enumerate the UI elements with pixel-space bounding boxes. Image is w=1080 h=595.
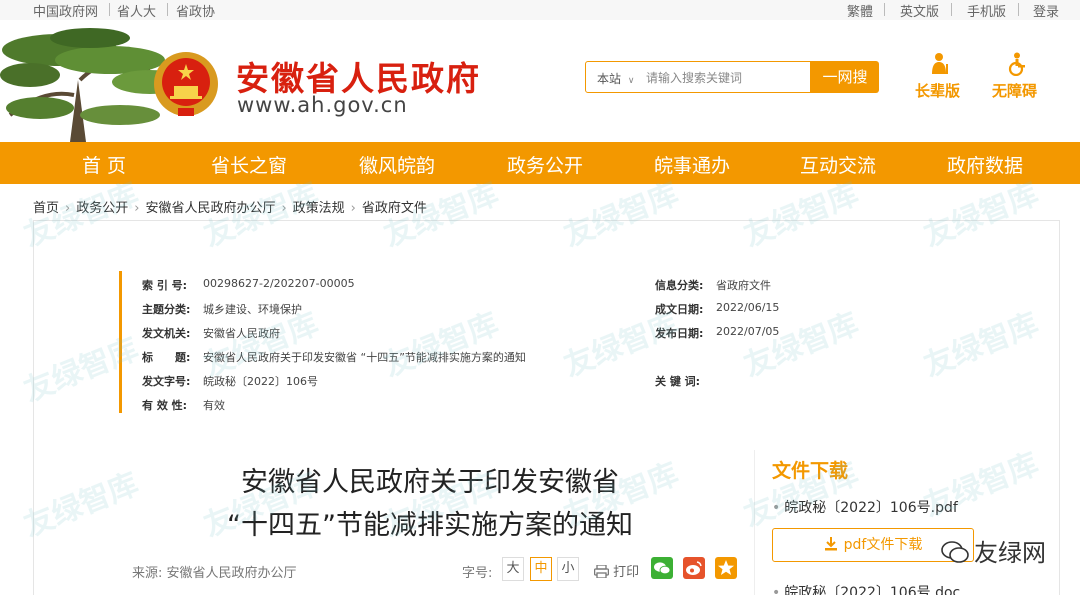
download-icon (824, 537, 837, 551)
download-file-pdf-name: 皖政秘〔2022〕106号.pdf (784, 500, 958, 516)
font-size-medium-button[interactable]: 中 (530, 557, 552, 581)
divider (167, 3, 168, 16)
wheelchair-icon (1008, 52, 1025, 76)
divider (884, 3, 885, 16)
link-login[interactable]: 登录 (1033, 1, 1059, 20)
download-file-doc[interactable]: • 皖政秘〔2022〕106号.doc (772, 582, 960, 595)
wechat-share-icon[interactable] (651, 557, 673, 579)
nav-item-home[interactable]: 首 页 (82, 151, 126, 178)
nav-item-services[interactable]: 皖事通办 (654, 151, 730, 178)
chevron-right-icon: › (350, 201, 356, 216)
chat-bubble-icon (941, 541, 969, 563)
national-emblem-icon (154, 52, 218, 116)
breadcrumb-office[interactable]: 安徽省人民政府办公厅 (145, 201, 275, 216)
search-input[interactable] (646, 67, 806, 89)
elder-mode-label: 长辈版 (915, 82, 961, 100)
divider (1018, 3, 1019, 16)
chevron-right-icon: › (281, 201, 287, 216)
meta-keywords-label: 关 键 词: (655, 375, 701, 388)
accessibility-label: 无障碍 (992, 82, 1038, 100)
breadcrumb-home[interactable]: 首页 (33, 201, 59, 216)
font-size-label: 字号: (462, 566, 493, 581)
nav-item-culture[interactable]: 徽风皖韵 (359, 151, 435, 178)
download-file-doc-name: 皖政秘〔2022〕106号.doc (784, 585, 961, 595)
meta-category-value: 省政府文件 (716, 279, 771, 292)
document-title-line-1: 安徽省人民政府关于印发安徽省 (241, 467, 619, 498)
font-size-small-button[interactable]: 小 (557, 557, 579, 581)
meta-accent-bar (119, 271, 122, 413)
meta-issuer-label: 发文机关: (142, 327, 191, 340)
meta-title-label: 标 题: (142, 351, 191, 364)
elder-mode-button[interactable]: 长辈版 (914, 52, 964, 102)
corner-brand: 友绿网 (940, 533, 1046, 568)
meta-published-label: 发布日期: (655, 327, 704, 340)
meta-validity-value: 有效 (203, 399, 225, 412)
divider (951, 3, 952, 16)
document-source: 来源: 安徽省人民政府办公厅 (132, 566, 297, 581)
meta-validity-label: 有 效 性: (142, 399, 188, 412)
breadcrumb-gov-affairs[interactable]: 政务公开 (76, 201, 128, 216)
meta-index-value: 00298627-2/202207-00005 (203, 277, 355, 290)
meta-issuer-value: 安徽省人民政府 (203, 327, 280, 340)
meta-docno-label: 发文字号: (142, 375, 191, 388)
breadcrumb: 首页 › 政务公开 › 安徽省人民政府办公厅 › 政策法规 › 省政府文件 (33, 197, 427, 216)
chevron-down-icon: ∨ (627, 76, 635, 86)
divider (109, 3, 110, 16)
print-button[interactable]: 打印 (593, 561, 640, 580)
font-size-large-button[interactable]: 大 (502, 557, 524, 581)
meta-title-value: 安徽省人民政府关于印发安徽省 “十四五”节能减排实施方案的通知 (203, 351, 526, 364)
nav-item-interaction[interactable]: 互动交流 (800, 151, 876, 178)
search-scope-select[interactable]: 本站 ∨ (597, 70, 634, 87)
chevron-right-icon: › (134, 201, 140, 216)
link-traditional-chinese[interactable]: 繁體 (847, 1, 873, 20)
chevron-right-icon: › (65, 201, 71, 216)
pdf-download-label: pdf文件下载 (843, 537, 923, 553)
downloads-title: 文件下载 (772, 460, 849, 482)
top-links-bar: 中国政府网 省人大 省政协 繁體 英文版 手机版 登录 (0, 0, 1080, 20)
accessibility-button[interactable]: 无障碍 (990, 52, 1044, 102)
search-button[interactable]: 一网搜 (811, 61, 879, 93)
nav-item-governor[interactable]: 省长之窗 (211, 151, 287, 178)
meta-topic-value: 城乡建设、环境保护 (203, 303, 302, 316)
link-provincial-congress[interactable]: 省人大 (117, 1, 156, 20)
meta-docno-value: 皖政秘〔2022〕106号 (203, 375, 318, 388)
weibo-share-icon[interactable] (683, 557, 705, 579)
search-scope-label: 本站 (597, 72, 622, 86)
site-url: www.ah.gov.cn (237, 93, 408, 117)
printer-icon (593, 564, 610, 579)
nav-item-gov-affairs[interactable]: 政务公开 (507, 151, 583, 178)
bullet-icon: • (772, 585, 781, 595)
bullet-icon: • (772, 500, 781, 516)
corner-brand-label: 友绿网 (974, 539, 1046, 567)
meta-created-value: 2022/06/15 (716, 301, 780, 314)
sidebar-divider (754, 450, 755, 595)
meta-index-label: 索 引 号: (142, 279, 188, 292)
link-mobile[interactable]: 手机版 (967, 1, 1006, 20)
download-file-pdf[interactable]: • 皖政秘〔2022〕106号.pdf (772, 497, 958, 517)
elder-icon (932, 53, 948, 74)
search-box: 本站 ∨ (585, 61, 811, 93)
link-provincial-cppcc[interactable]: 省政协 (176, 1, 215, 20)
breadcrumb-documents[interactable]: 省政府文件 (362, 201, 427, 216)
print-label: 打印 (613, 565, 640, 580)
link-gov-cn[interactable]: 中国政府网 (33, 1, 98, 20)
meta-published-value: 2022/07/05 (716, 325, 780, 338)
document-title-line-2: “十四五”节能减排实施方案的通知 (227, 510, 633, 541)
meta-created-label: 成文日期: (655, 303, 704, 316)
meta-topic-label: 主题分类: (142, 303, 191, 316)
breadcrumb-policy[interactable]: 政策法规 (293, 201, 345, 216)
meta-category-label: 信息分类: (655, 279, 704, 292)
link-english[interactable]: 英文版 (900, 1, 939, 20)
nav-item-data[interactable]: 政府数据 (947, 151, 1023, 178)
main-nav: 首 页 省长之窗 徽风皖韵 政务公开 皖事通办 互动交流 政府数据 (0, 142, 1080, 184)
favorite-star-icon[interactable] (715, 557, 737, 579)
